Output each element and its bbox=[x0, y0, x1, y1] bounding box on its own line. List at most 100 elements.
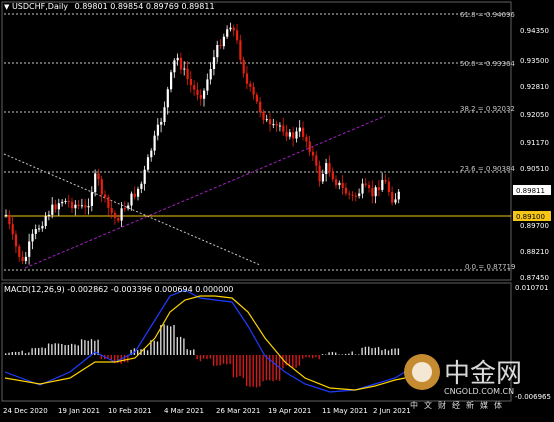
macd-histogram-bar bbox=[354, 354, 357, 355]
candle-body bbox=[107, 197, 110, 208]
macd-histogram-bar bbox=[123, 355, 126, 363]
time-tick: 24 Dec 2020 bbox=[3, 407, 48, 415]
candle-body bbox=[387, 181, 390, 193]
macd-histogram-bar bbox=[338, 354, 340, 355]
macd-histogram-bar bbox=[206, 355, 208, 360]
candle-body bbox=[348, 193, 351, 195]
candle-body bbox=[196, 89, 199, 96]
candle-body bbox=[308, 141, 311, 152]
macd-histogram-bar bbox=[381, 350, 383, 355]
candle-body bbox=[351, 194, 354, 196]
candle-body bbox=[173, 60, 176, 73]
macd-histogram-bar bbox=[318, 355, 320, 360]
macd-histogram-bar bbox=[209, 355, 211, 359]
macd-histogram-bar bbox=[87, 340, 89, 355]
candle-body bbox=[179, 57, 183, 70]
candle-body bbox=[146, 157, 150, 170]
candle-body bbox=[278, 125, 282, 127]
macd-histogram-bar bbox=[176, 337, 178, 355]
fibonacci-retracement[interactable]: 61.8 = 0.94696 50.0 = 0.93364 38.2 = 0.9… bbox=[3, 11, 515, 271]
macd-histogram-bar bbox=[255, 355, 258, 388]
candle-body bbox=[80, 205, 84, 207]
time-tick: 11 May 2021 bbox=[322, 407, 368, 415]
macd-histogram-bar bbox=[242, 355, 244, 378]
candle-body bbox=[110, 207, 113, 213]
macd-histogram-bar bbox=[219, 355, 221, 366]
candle-body bbox=[61, 201, 64, 204]
macd-histogram-bar bbox=[331, 351, 334, 355]
candle-body bbox=[325, 163, 328, 174]
candle-body bbox=[44, 216, 47, 227]
candle-body bbox=[160, 121, 163, 125]
candle-body bbox=[381, 180, 384, 190]
candle-body bbox=[94, 173, 97, 193]
candle-body bbox=[269, 119, 272, 125]
candle-body bbox=[212, 57, 216, 70]
candle-body bbox=[236, 30, 239, 41]
macd-histogram-bar bbox=[5, 353, 7, 355]
macd-histogram-bar bbox=[245, 355, 248, 387]
macd-histogram-bar bbox=[394, 348, 396, 355]
fib-label-50: 50.0 = 0.93364 bbox=[460, 60, 515, 68]
candle-body bbox=[64, 200, 67, 202]
candle-body bbox=[186, 68, 189, 79]
macd-histogram-bar bbox=[328, 352, 330, 355]
current-price-label: 0.89811 bbox=[516, 187, 545, 195]
chart-window[interactable]: 61.8 = 0.94696 50.0 = 0.93364 38.2 = 0.9… bbox=[0, 0, 554, 422]
macd-histogram-bar bbox=[265, 355, 268, 381]
candle-body bbox=[249, 83, 252, 87]
macd-histogram-bar bbox=[374, 347, 376, 355]
candle-body bbox=[153, 135, 156, 151]
candle-body bbox=[97, 173, 100, 180]
macd-histogram-bar bbox=[272, 355, 274, 382]
candle-body bbox=[331, 172, 334, 180]
macd-histogram-bar bbox=[325, 354, 327, 355]
macd-histogram-bar bbox=[11, 352, 13, 355]
candle-body bbox=[120, 208, 123, 221]
candle-body bbox=[242, 59, 245, 74]
price-axis[interactable]: 0.94350 0.93500 0.92810 0.92050 0.91170 … bbox=[513, 27, 551, 282]
candle-body bbox=[391, 192, 394, 203]
macd-histogram-bar bbox=[212, 355, 215, 366]
candle-body bbox=[318, 165, 321, 182]
macd-histogram-bar bbox=[84, 340, 86, 355]
candle-body bbox=[282, 125, 285, 132]
candle-body bbox=[315, 155, 318, 166]
candle-body bbox=[364, 183, 367, 185]
trend-line[interactable] bbox=[24, 115, 386, 269]
candle-body bbox=[14, 234, 18, 247]
macd-histogram-bar bbox=[41, 347, 43, 355]
macd-histogram-bar bbox=[196, 355, 198, 360]
macd-histogram-bar bbox=[18, 351, 20, 355]
macd-histogram bbox=[5, 324, 400, 388]
candle-body bbox=[51, 204, 54, 215]
macd-header: MACD(12,26,9) -0.002862 -0.003396 0.0006… bbox=[4, 285, 233, 294]
macd-histogram-bar bbox=[163, 324, 165, 355]
cngold-logo-inner bbox=[412, 362, 432, 382]
macd-histogram-bar bbox=[153, 340, 155, 355]
macd-histogram-bar bbox=[179, 336, 182, 355]
macd-histogram-bar bbox=[203, 355, 205, 359]
price-tick: 0.88210 bbox=[520, 248, 549, 256]
candle-body bbox=[298, 127, 301, 132]
macd-histogram-bar bbox=[298, 355, 301, 366]
candle-body bbox=[341, 182, 344, 188]
macd-histogram-bar bbox=[28, 352, 30, 355]
fib-label-0: 0.0 = 0.87719 bbox=[465, 263, 515, 271]
candle-body bbox=[285, 131, 288, 137]
macd-histogram-bar bbox=[222, 355, 225, 364]
candle-body bbox=[84, 205, 87, 208]
macd-histogram-bar bbox=[80, 339, 83, 355]
candle-body bbox=[8, 214, 11, 225]
macd-histogram-bar bbox=[61, 344, 63, 355]
macd-histogram-bar bbox=[387, 350, 390, 355]
macd-histogram-bar bbox=[156, 341, 159, 355]
candle-body bbox=[41, 226, 44, 229]
candle-body bbox=[127, 205, 130, 209]
triangle-down-icon[interactable]: ▼ bbox=[4, 3, 9, 11]
candle-body bbox=[252, 86, 255, 95]
price-tick: 0.91170 bbox=[520, 139, 549, 147]
candle-body bbox=[87, 205, 90, 208]
candle-body bbox=[295, 131, 298, 139]
macd-histogram-bar bbox=[308, 355, 310, 358]
